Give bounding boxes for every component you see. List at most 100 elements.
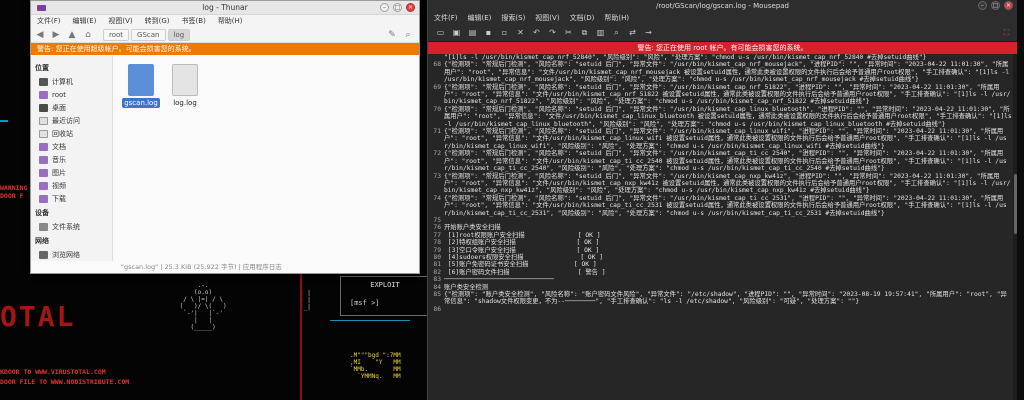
editor-line[interactable]: 70 {"检测项": "常规后门检测", "风险名称": "setuid 后门",… — [428, 106, 1017, 128]
folder-icon — [39, 142, 48, 151]
open-icon[interactable]: ▤ — [468, 28, 477, 37]
forward-icon[interactable]: ▶ — [51, 30, 61, 40]
sidebar-item-root[interactable]: root — [31, 88, 112, 101]
mousepad-title: /root/GScan/log/gscan.log - Mousepad — [655, 2, 789, 10]
menu-help[interactable]: 帮助(H) — [604, 13, 629, 23]
crumb-gscan[interactable]: GScan — [131, 28, 166, 41]
copy-icon[interactable]: ⧉ — [580, 28, 589, 37]
file-item-gscan-log[interactable]: gscan.log — [121, 64, 161, 108]
line-text — [444, 306, 1017, 313]
save-icon[interactable]: ▪ — [484, 28, 493, 37]
mousepad-titlebar[interactable]: /root/GScan/log/gscan.log - Mousepad – □… — [428, 0, 1017, 12]
editor-line[interactable]: 84 账户类安全检测 — [428, 284, 1017, 291]
sidebar-item-music[interactable]: 音乐 — [31, 153, 112, 166]
editor-line[interactable]: 86 — [428, 306, 1017, 313]
crumb-root[interactable]: root — [103, 28, 130, 41]
new-window-icon[interactable]: ▣ — [452, 28, 461, 37]
mousepad-menubar: 文件(F) 编辑(E) 搜索(S) 视图(V) 文档(D) 帮助(H) — [428, 12, 1017, 24]
goto-icon[interactable]: → — [644, 28, 653, 37]
folder-icon — [39, 168, 48, 177]
file-item-log-log[interactable]: log.log — [165, 64, 205, 107]
thunar-menubar: 文件(F) 编辑(E) 视图(V) 转到(G) 书签(B) 帮助(H) — [31, 15, 419, 27]
maximize-icon[interactable]: □ — [393, 3, 402, 12]
editor-line[interactable]: 75 — [428, 217, 1017, 224]
sidebar-item-pictures[interactable]: 图片 — [31, 166, 112, 179]
line-text: [3]空口令账户安全扫描 [ OK ] — [444, 246, 600, 254]
sidebar-item-downloads[interactable]: 下载 — [31, 192, 112, 205]
new-file-icon[interactable]: ▭ — [436, 28, 445, 37]
cyan-line-decor — [0, 120, 8, 122]
search-icon[interactable]: ⌕ — [403, 30, 413, 40]
editor-line[interactable]: 71 {"检测项": "常规后门检测", "风险名称": "setuid 后门",… — [428, 128, 1017, 150]
close-doc-icon[interactable]: ✕ — [516, 28, 525, 37]
line-number: 85 — [433, 291, 441, 298]
sidebar-item-filesystem[interactable]: 文件系统 — [31, 220, 112, 233]
computer-icon — [39, 77, 48, 86]
mousepad-toolbar: ▭ ▣ ▤ ▪ ▫ ✕ ↶ ↷ ✂ ⧉ ▥ ⌕ ⇄ → ⛶ — [428, 24, 1017, 42]
close-icon[interactable]: × — [1004, 1, 1013, 10]
sidebar-item-documents[interactable]: 文档 — [31, 140, 112, 153]
editor-line[interactable]: 76 开始账户类安全扫描 — [428, 224, 1017, 231]
cyan-line-decor-2 — [330, 320, 410, 321]
home-icon[interactable]: ⌂ — [83, 30, 93, 40]
menu-file[interactable]: 文件(F) — [434, 13, 458, 23]
line-number: 70 — [433, 105, 441, 113]
paste-icon[interactable]: ▥ — [596, 28, 605, 37]
menu-search[interactable]: 搜索(S) — [501, 13, 525, 23]
file-view[interactable]: gscan.log log.log — [113, 56, 419, 261]
editor-line[interactable]: 74 {"检测项": "常规后门检测", "风险名称": "setuid 后门",… — [428, 195, 1017, 217]
sidebar-item-recent[interactable]: 最近访问 — [31, 114, 112, 127]
menu-view[interactable]: 视图(V) — [535, 13, 559, 23]
save-as-icon[interactable]: ▫ — [500, 28, 509, 37]
minimize-icon[interactable]: – — [380, 3, 389, 12]
thunar-title: log - Thunar — [202, 3, 248, 12]
sidebar-item-label: 浏览网络 — [52, 250, 80, 259]
text-editor[interactable]: "[1]ls -l /usr/bin/kismet_cap_nrf_52840"… — [428, 54, 1017, 400]
line-number: 81 — [433, 261, 441, 269]
sidebar-item-trash[interactable]: 回收站 — [31, 127, 112, 140]
editor-line[interactable]: 79 [3]空口令账户安全扫描 [ OK ] — [428, 247, 1017, 254]
menu-view[interactable]: 视图(V) — [108, 16, 132, 26]
editor-line[interactable]: 68 {"检测项": "常规后门检测", "风险名称": "setuid 后门",… — [428, 61, 1017, 83]
log-file-icon — [128, 64, 154, 96]
thunar-titlebar[interactable]: log - Thunar – □ × — [31, 1, 419, 15]
sidebar-item-desktop[interactable]: 桌面 — [31, 101, 112, 114]
fullscreen-icon[interactable]: ⛶ — [1002, 28, 1011, 37]
virustotal-banner: OTAL — [0, 300, 76, 333]
sidebar-item-videos[interactable]: 视频 — [31, 179, 112, 192]
minimize-icon[interactable]: – — [978, 1, 987, 10]
folder-icon — [39, 194, 48, 203]
cut-icon[interactable]: ✂ — [564, 28, 573, 37]
menu-help[interactable]: 帮助(H) — [218, 16, 243, 26]
editor-line[interactable]: 85 {"检测项": "账户类安全检测", "风险名称": "账户密码文件风险",… — [428, 291, 1017, 306]
menu-document[interactable]: 文档(D) — [570, 13, 595, 23]
menu-bookmarks[interactable]: 书签(B) — [182, 16, 206, 26]
menu-go[interactable]: 转到(G) — [145, 16, 170, 26]
editor-line[interactable]: 78 [2]特权组账户安全扫描 [ OK ] — [428, 239, 1017, 246]
search-icon[interactable]: ⌕ — [612, 28, 621, 37]
sidebar-item-browse-network[interactable]: 浏览网络 — [31, 248, 112, 261]
undo-icon[interactable]: ↶ — [532, 28, 541, 37]
replace-icon[interactable]: ⇄ — [628, 28, 637, 37]
maximize-icon[interactable]: □ — [991, 1, 1000, 10]
editor-line[interactable]: 82 [6]账户密码文件扫描 [ 警告 ] — [428, 269, 1017, 276]
drive-icon — [39, 222, 48, 231]
editor-line[interactable]: 83 ───────────────────────────── — [428, 276, 1017, 283]
back-icon[interactable]: ◀ — [35, 30, 45, 40]
redo-icon[interactable]: ↷ — [548, 28, 557, 37]
menu-edit[interactable]: 编辑(E) — [468, 13, 492, 23]
up-icon[interactable]: ▲ — [67, 30, 77, 40]
crumb-log[interactable]: log — [167, 28, 191, 41]
menu-file[interactable]: 文件(F) — [37, 16, 61, 26]
close-icon[interactable]: × — [406, 3, 415, 12]
line-text: {"检测项": "常规后门检测", "风险名称": "setuid 后门", "… — [444, 105, 1012, 128]
editor-line[interactable]: 81 [5]账户免密码证书安全扫描 [ OK ] — [428, 261, 1017, 268]
home-folder-icon — [39, 90, 48, 99]
line-number: 80 — [433, 253, 441, 261]
editor-line[interactable]: 69 {"检测项": "常规后门检测", "风险名称": "setuid 后门",… — [428, 84, 1017, 106]
editor-line[interactable]: 73 {"检测项": "常规后门检测", "风险名称": "setuid 后门",… — [428, 173, 1017, 195]
sidebar-item-computer[interactable]: 计算机 — [31, 75, 112, 88]
edit-path-icon[interactable]: ✎ — [387, 30, 397, 40]
editor-line[interactable]: 72 {"检测项": "常规后门检测", "风险名称": "setuid 后门",… — [428, 150, 1017, 172]
menu-edit[interactable]: 编辑(E) — [73, 16, 97, 26]
